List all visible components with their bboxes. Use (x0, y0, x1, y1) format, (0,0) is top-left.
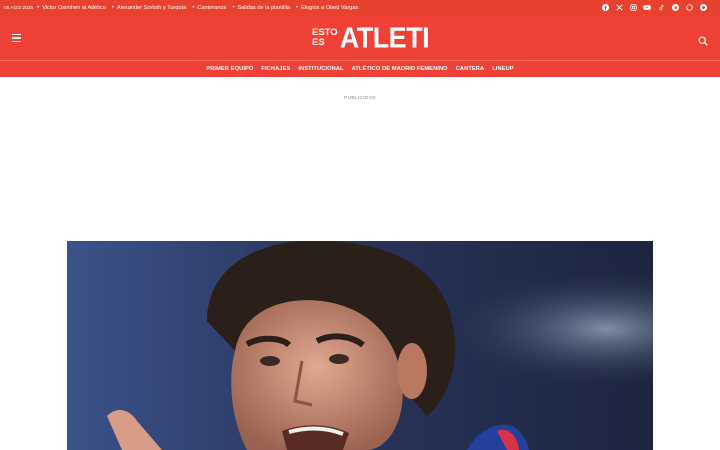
rss-icon[interactable] (696, 3, 710, 13)
social-links (598, 0, 710, 16)
nav-item-cantera[interactable]: CANTERA (456, 66, 485, 72)
trending-link[interactable]: • Canteranos (192, 5, 226, 11)
trending-link[interactable]: • Salidas de la plantilla (232, 5, 290, 11)
instagram-icon[interactable] (626, 3, 640, 13)
trending-link[interactable]: • Elogios a Obed Vargas (296, 5, 358, 11)
hero-image[interactable] (67, 241, 653, 450)
telegram-icon[interactable] (668, 3, 682, 13)
trending-link[interactable]: • Alexander Sorloth y Turquía (112, 5, 186, 11)
nav-item-femenino[interactable]: ATLÉTICO DE MADRID FEMENINO (352, 66, 448, 72)
tiktok-icon[interactable] (654, 4, 668, 13)
search-icon[interactable] (698, 33, 708, 46)
x-icon[interactable] (612, 3, 626, 13)
nav-item-lineup[interactable]: LINEUP (492, 66, 513, 72)
whatsapp-icon[interactable] (682, 3, 696, 13)
current-date: 05 AGO 2025 (4, 5, 34, 11)
facebook-icon[interactable] (598, 3, 612, 13)
trending-link[interactable]: • Victor Osimhen al Atlético (37, 5, 106, 11)
menu-icon[interactable] (12, 34, 21, 42)
ad-label: PUBLICIDAD (344, 96, 376, 101)
top-bar: 05 AGO 2025 • Victor Osimhen al Atlético … (0, 0, 720, 16)
nav-item-fichajes[interactable]: FICHAJES (261, 66, 290, 72)
nav-item-primer-equipo[interactable]: PRIMER EQUIPO (206, 66, 253, 72)
site-logo[interactable]: ESTO ES ATLETI (312, 22, 430, 54)
nav-item-institucional[interactable]: INSTITUCIONAL (298, 66, 343, 72)
youtube-icon[interactable] (640, 4, 654, 13)
site-header: ESTO ES ATLETI (0, 16, 720, 60)
main-nav: PRIMER EQUIPO FICHAJES INSTITUCIONAL ATL… (0, 60, 720, 77)
